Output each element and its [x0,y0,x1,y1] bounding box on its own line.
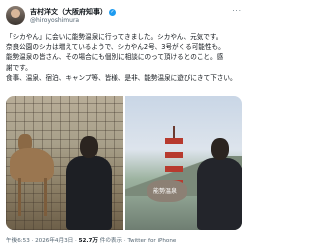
post-client: Twitter for iPhone [127,238,177,244]
pagoda-spire [173,126,175,138]
person-head [80,136,98,158]
person-right [197,138,242,230]
post-time[interactable]: 午後6:53 · 2026年4月3日 · [6,238,79,244]
author-handle[interactable]: @hiroyoshimura [30,17,79,24]
pagoda-tier [165,166,183,172]
post-line: 「シカやん」に会いに能勢温泉に行ってきました。シカやん、元気です。 [6,33,223,41]
person-left [64,136,114,230]
post-line: 食事、温泉、宿泊、キャンプ等、皆様、是非、能勢温泉に遊びにきて下さい。 [6,73,237,82]
author-name-row[interactable]: 吉村洋文（大阪府知事） ✓ [30,7,116,17]
more-options-icon[interactable]: ··· [232,7,242,15]
post-header: 吉村洋文（大阪府知事） ✓ @hiroyoshimura ··· [6,6,242,28]
photo-pagoda[interactable]: 能勢温泉 [125,96,242,230]
avatar[interactable] [6,6,25,25]
post-line: 能勢温泉の皆さん、その場合にも個別に相談にのって頂けるとのこと。感 [6,53,224,62]
pagoda-tier [165,138,183,144]
deer-leg [18,178,21,216]
person-body [66,156,112,230]
sign-rock: 能勢温泉 [147,180,187,202]
post-meta: 午後6:53 · 2026年4月3日 · 52.7万 件の表示 · Twitte… [6,236,176,244]
rock-text: 能勢温泉 [153,188,178,195]
media-grid: 能勢温泉 [6,96,242,230]
photo-deer[interactable] [6,96,123,230]
person-head [211,138,229,160]
person-body [197,158,242,230]
verified-badge-icon: ✓ [109,8,116,16]
post-line: 奈良公園のシカは増えているようで、シカやん2号、3号がくる可能性も。 [6,43,225,52]
post-text: 「シカやん」に会いに能勢温泉に行ってきました。シカやん、元気です。 奈良公園のシ… [6,32,244,83]
deer-leg [44,178,47,216]
view-count: 52.7万 [78,238,98,244]
post-line: 謝です。 [6,63,32,72]
pagoda-tier [165,152,183,158]
views-label: 件の表示 · [97,238,128,244]
deer-body [10,148,54,182]
author-name[interactable]: 吉村洋文（大阪府知事） [30,8,107,16]
